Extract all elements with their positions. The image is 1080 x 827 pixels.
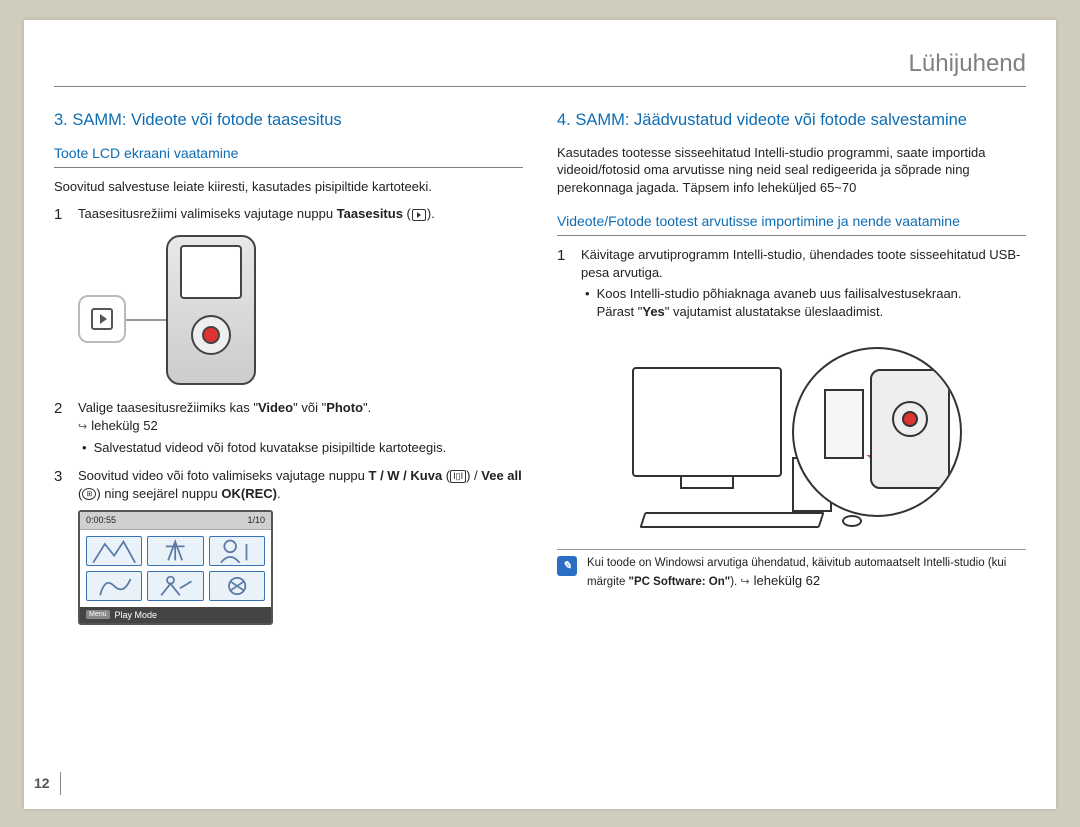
pc-connection-illustration: ➤: [612, 337, 972, 537]
right-intro: Kasutades tootesse sisseehitatud Intelli…: [557, 144, 1026, 197]
camera-icon: [870, 369, 950, 489]
manual-page: Lühijuhend 3. SAMM: Videote või fotode t…: [24, 20, 1056, 809]
camera-body: [166, 235, 256, 385]
right-column: 4. SAMM: Jäädvustatud videote või fotode…: [557, 109, 1026, 624]
thumb-time: 0:00:55: [86, 514, 116, 526]
camera-dpad: [191, 315, 231, 355]
two-column-layout: 3. SAMM: Videote või fotode taasesitus T…: [54, 109, 1026, 624]
camera-lcd: [180, 245, 242, 299]
lcd-subheading: Toote LCD ekraani vaatamine: [54, 144, 523, 168]
step4-heading: 4. SAMM: Jäädvustatud videote või fotode…: [557, 109, 1026, 131]
thumbnail-screen: 0:00:55 1/10 Menu Play Mode: [78, 510, 273, 624]
thumbnail: [209, 536, 265, 566]
left-intro: Soovitud salvestuse leiate kiiresti, kas…: [54, 178, 523, 196]
thumbnail: [86, 536, 142, 566]
thumbnail: [147, 536, 203, 566]
step-item-3: 3 Soovitud video või foto valimiseks vaj…: [54, 467, 523, 502]
info-note: ✎ Kui toode on Windowsi arvutiga ühendat…: [557, 549, 1026, 590]
thumbnail: [147, 571, 203, 601]
import-subheading: Videote/Fotode tootest arvutisse importi…: [557, 212, 1026, 236]
left-column: 3. SAMM: Videote või fotode taasesitus T…: [54, 109, 523, 624]
right-step-1: 1 Käivitage arvutiprogramm Intelli-studi…: [557, 246, 1026, 323]
step3-heading: 3. SAMM: Videote või fotode taasesitus: [54, 109, 523, 131]
step1-bold: Taasesitus: [337, 206, 403, 221]
playback-icon: [412, 209, 426, 221]
camera-illustration: [78, 235, 278, 385]
step-item-1: 1 Taasesitusrežiimi valimiseks vajutage …: [54, 205, 523, 225]
left-steps: 1 Taasesitusrežiimi valimiseks vajutage …: [54, 205, 523, 225]
step2-bullet: Salvestatud videod või fotod kuvatakse p…: [82, 439, 523, 457]
monitor-icon: [632, 367, 782, 477]
page-ref-62: lehekülg 62: [740, 573, 820, 588]
keyboard-icon: [639, 512, 824, 528]
mouse-icon: [842, 515, 862, 527]
tw-icon: I▯I: [450, 470, 466, 483]
menu-chip: Menu: [86, 610, 110, 619]
underwater-icon: ⊞: [82, 488, 96, 500]
step1-text-c: (: [403, 206, 411, 221]
step-item-2: 2 Valige taasesitusrežiimiks kas "Video"…: [54, 399, 523, 459]
step1-text-a: Taasesitusrežiimi valimiseks vajutage nu…: [78, 206, 337, 221]
page-number: 12: [30, 772, 61, 795]
play-icon: [91, 308, 113, 330]
page-title: Lühijuhend: [54, 48, 1026, 87]
step1-text-d: ).: [427, 206, 435, 221]
info-icon: ✎: [557, 556, 577, 576]
usb-port-icon: [824, 389, 864, 459]
play-mode-label: Play Mode: [115, 609, 158, 621]
zoom-detail: ➤: [792, 347, 962, 517]
page-ref-52: lehekülg 52: [78, 417, 523, 435]
playback-button-callout: [78, 295, 126, 343]
thumbnail: [86, 571, 142, 601]
thumbnail: [209, 571, 265, 601]
right-bullet-1: Koos Intelli-studio põhiaknaga avaneb uu…: [585, 285, 1026, 320]
thumb-counter: 1/10: [247, 514, 265, 526]
